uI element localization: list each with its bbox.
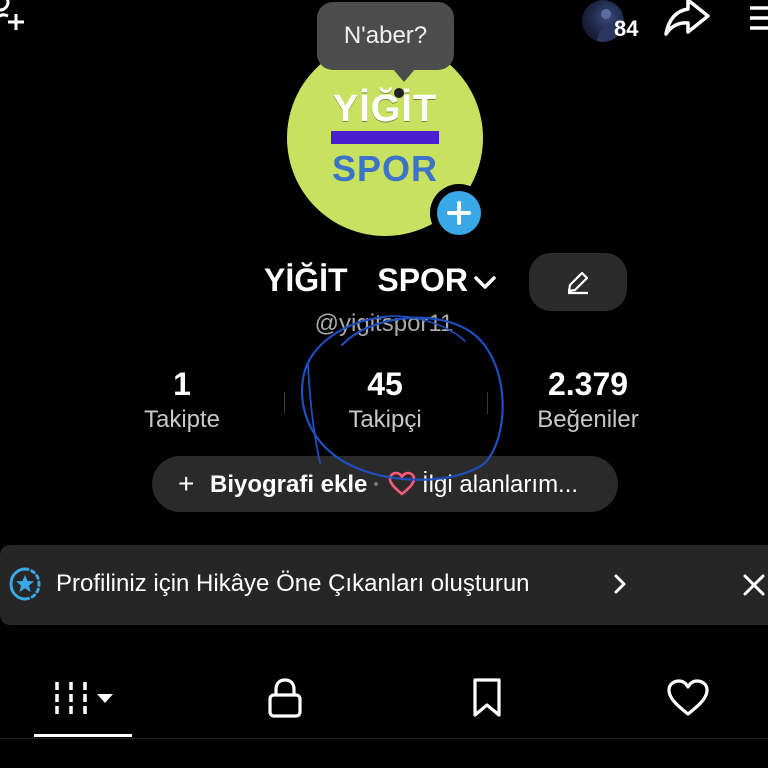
share-icon[interactable] [662, 0, 712, 40]
pencil-icon [567, 271, 589, 295]
following-count[interactable]: 1 [132, 366, 232, 403]
tab-videos[interactable] [34, 676, 132, 720]
chevron-right-icon [614, 574, 626, 594]
tab-saved[interactable] [462, 676, 512, 720]
plus-icon: + [178, 468, 195, 499]
story-count: 84 [614, 16, 639, 41]
tooltip-bubble[interactable]: N'aber? [317, 2, 454, 70]
close-icon[interactable] [740, 571, 768, 599]
tab-bar-border [0, 738, 768, 739]
star-badge-icon [9, 567, 41, 601]
profile-name[interactable]: YİĞİT SPOR [264, 262, 468, 299]
tab-liked[interactable] [660, 676, 716, 720]
tooltip-dot [394, 88, 404, 98]
chevron-down-icon[interactable] [472, 270, 498, 296]
separator-dot [374, 482, 378, 486]
plus-icon [437, 191, 481, 235]
bio-interests-pill: + Biyografi ekle İlgi alanlarım... [152, 456, 618, 512]
likes-count[interactable]: 2.379 [518, 366, 658, 403]
banner-text: Profiliniz için Hikâye Öne Çıkanları olu… [56, 570, 530, 597]
username: @yigitspor11 [314, 310, 454, 337]
bookmark-icon [473, 678, 501, 717]
tooltip-arrow [392, 68, 416, 82]
stat-divider [284, 392, 285, 414]
add-photo-button[interactable] [430, 184, 488, 242]
tooltip-text: N'aber? [343, 22, 428, 49]
followers-label[interactable]: Takipçi [315, 406, 455, 434]
heart-icon [667, 679, 709, 716]
logo-bar [331, 131, 439, 144]
logo-text-top: YİĞİT [332, 88, 438, 130]
lock-icon [268, 678, 302, 718]
likes-label[interactable]: Beğeniler [508, 406, 668, 434]
add-bio-button[interactable]: Biyografi ekle [210, 471, 367, 499]
edit-profile-button[interactable] [529, 253, 627, 311]
highlights-banner[interactable]: Profiliniz için Hikâye Öne Çıkanları olu… [0, 545, 768, 625]
followers-count[interactable]: 45 [335, 366, 435, 403]
tab-private[interactable] [260, 676, 310, 720]
person-add-icon[interactable] [0, 0, 30, 36]
heart-icon [388, 471, 416, 496]
stat-divider [487, 392, 488, 414]
active-tab-indicator [34, 734, 132, 737]
menu-icon[interactable] [748, 0, 768, 34]
following-label[interactable]: Takipte [112, 406, 252, 434]
interests-button[interactable]: İlgi alanlarım... [422, 471, 578, 499]
grid-icon [55, 682, 113, 714]
